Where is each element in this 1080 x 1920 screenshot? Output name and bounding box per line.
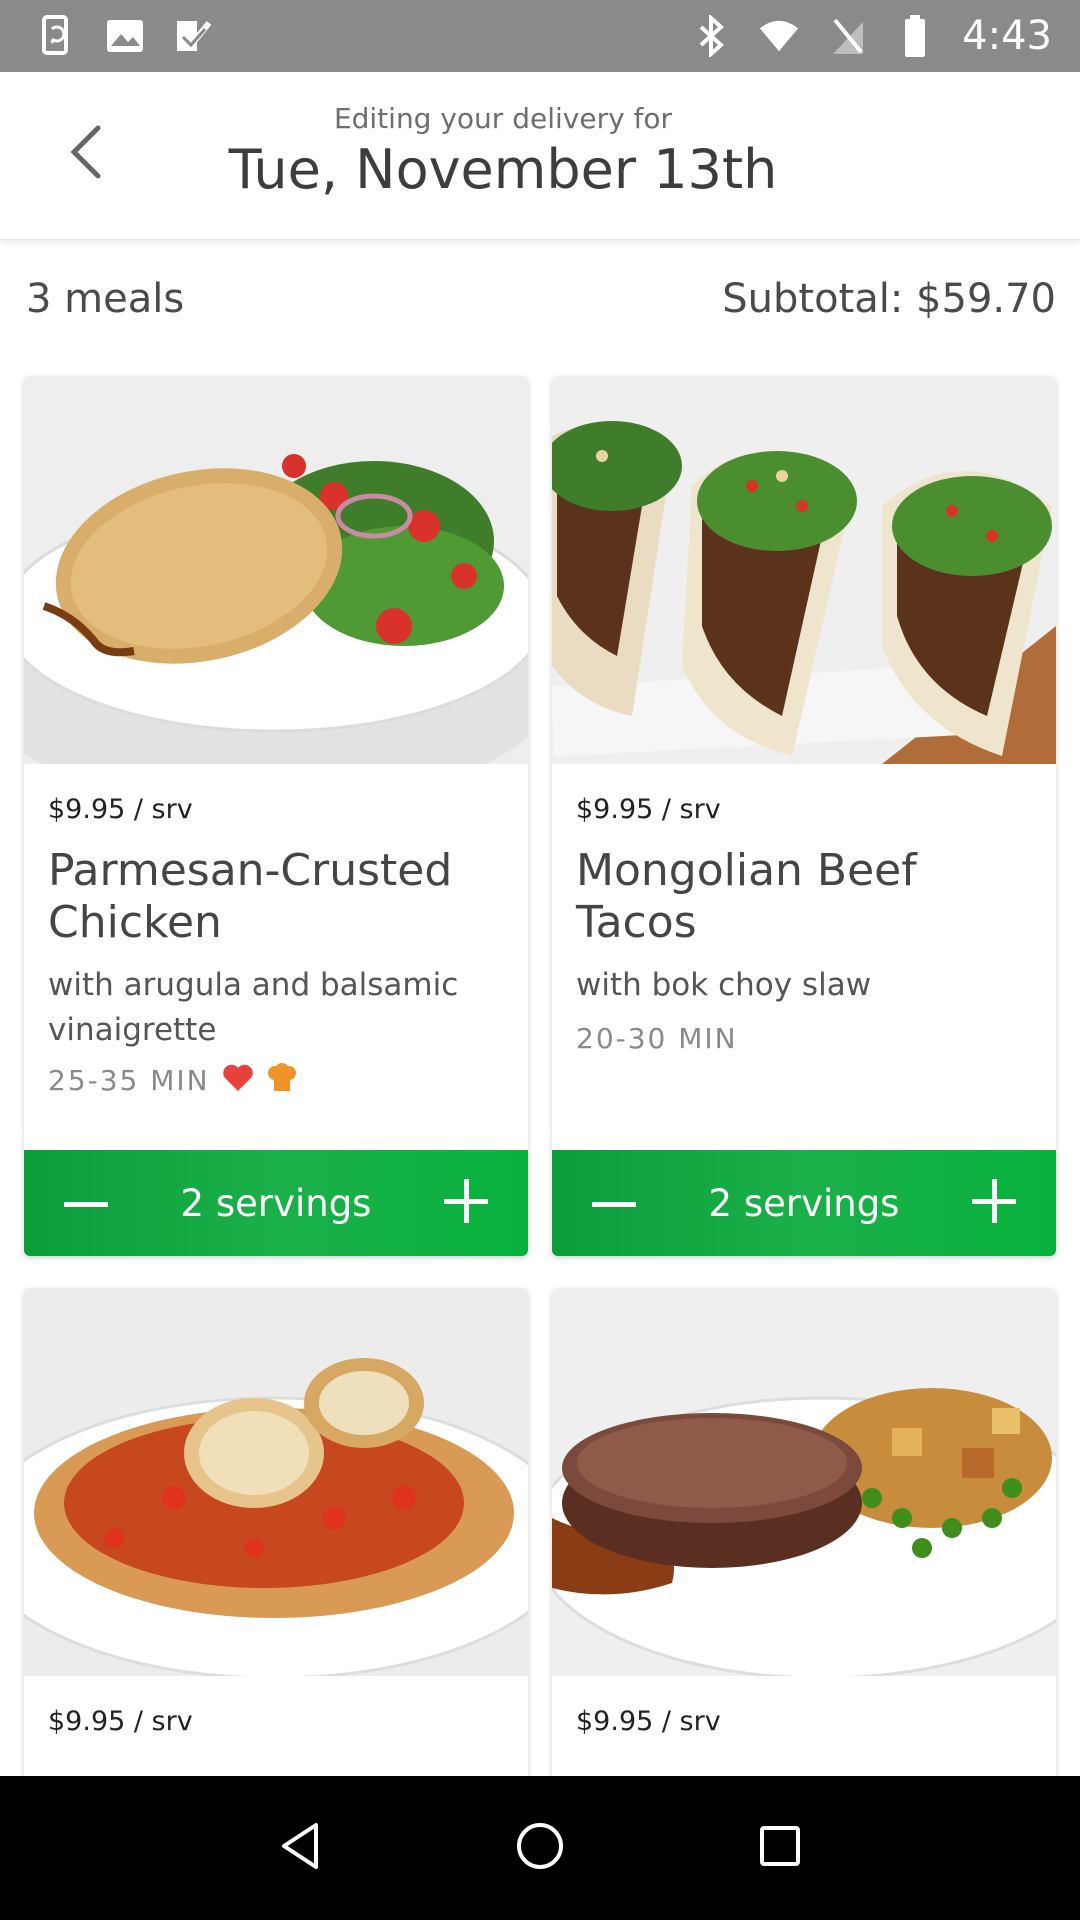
meal-price: $9.95 / srv [48, 794, 193, 825]
nav-home-button[interactable] [500, 1808, 580, 1888]
meal-name: Parmesan-Crusted Chicken [48, 845, 453, 948]
system-nav-bar [0, 1776, 1080, 1920]
increase-servings-button[interactable] [962, 1171, 1026, 1235]
plus-icon [443, 1179, 488, 1227]
heart-icon [222, 1063, 254, 1097]
nav-back-button[interactable] [260, 1808, 340, 1888]
servings-count: 2 servings [180, 1181, 372, 1225]
app-header: Editing your delivery for Tue, November … [0, 72, 1080, 240]
meal-photo-chicken [24, 376, 528, 764]
increase-servings-button[interactable] [434, 1171, 498, 1235]
meal-card[interactable]: $9.95 / srv [24, 1288, 528, 1788]
decrease-servings-button[interactable] [54, 1171, 118, 1235]
decrease-servings-button[interactable] [582, 1171, 646, 1235]
bluetooth-icon [690, 15, 732, 57]
home-circle-icon [515, 1821, 565, 1875]
meal-card[interactable]: $9.95 / srv [552, 1288, 1056, 1788]
recents-square-icon [758, 1824, 802, 1872]
back-triangle-icon [278, 1821, 322, 1875]
meal-name: Mongolian Beef Tacos [576, 845, 917, 948]
no-sim-icon [826, 15, 868, 57]
meal-card[interactable]: $9.95 / srv Parmesan-Crusted Chicken wit… [24, 376, 528, 1256]
header-subtitle: Editing your delivery for [333, 102, 673, 135]
servings-count: 2 servings [708, 1181, 900, 1225]
meal-card[interactable]: $9.95 / srv Mongolian Beef Tacos with bo… [552, 376, 1056, 1256]
page-title: Tue, November 13th [228, 138, 778, 201]
meal-price: $9.95 / srv [48, 1706, 193, 1737]
meal-price: $9.95 / srv [576, 794, 721, 825]
plus-icon [971, 1179, 1016, 1227]
battery-icon [894, 15, 936, 57]
meal-time: 20-30 MIN [576, 1022, 738, 1055]
meal-time: 25-35 MIN [48, 1063, 210, 1097]
task-check-icon [172, 15, 214, 57]
phone-sync-icon [36, 15, 78, 57]
nav-recents-button[interactable] [740, 1808, 820, 1888]
image-icon [104, 15, 146, 57]
minus-icon [592, 1194, 636, 1213]
status-time: 4:43 [962, 13, 1052, 59]
subtotal: Subtotal: $59.70 [722, 276, 1056, 322]
servings-stepper: 2 servings [552, 1150, 1056, 1256]
meal-price: $9.95 / srv [576, 1706, 721, 1737]
meal-description: with arugula and balsamic vinaigrette [48, 967, 459, 1048]
meals-count: 3 meals [26, 276, 185, 322]
meal-description: with bok choy slaw [576, 967, 872, 1003]
meal-photo-steak [552, 1288, 1056, 1676]
minus-icon [64, 1194, 108, 1213]
delivery-summary: 3 meals Subtotal: $59.70 [0, 240, 1080, 358]
servings-stepper: 2 servings [24, 1150, 528, 1256]
chef-hat-icon [266, 1063, 298, 1097]
status-bar: 4:43 [0, 0, 1080, 72]
meal-photo-tacos [552, 376, 1056, 764]
meal-photo-spaghetti [24, 1288, 528, 1676]
wifi-icon [758, 15, 800, 57]
